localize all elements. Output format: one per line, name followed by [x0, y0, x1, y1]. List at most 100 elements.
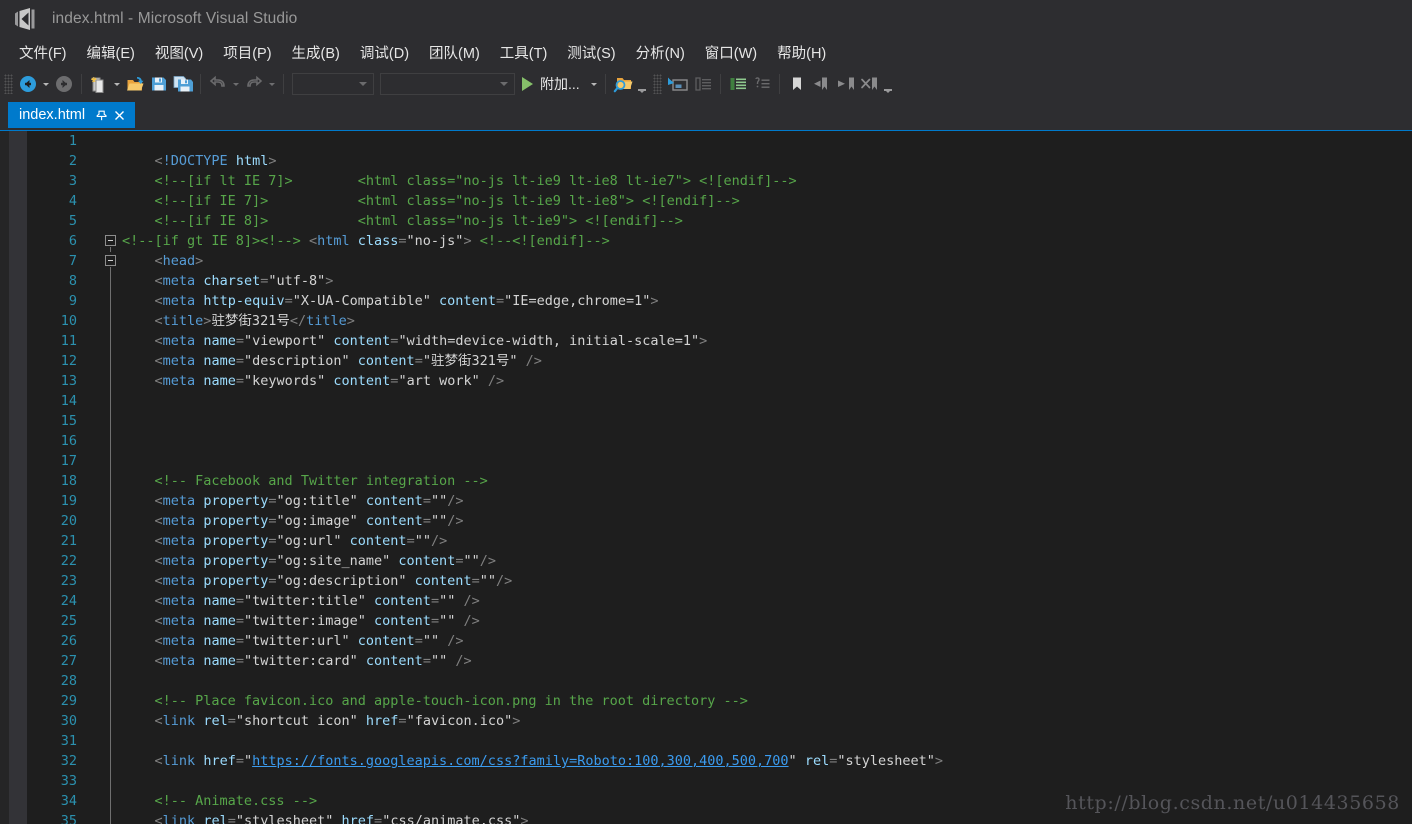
new-project-dropdown[interactable]	[111, 72, 123, 96]
code-line[interactable]: 18 <!-- Facebook and Twitter integration…	[27, 471, 1412, 491]
line-text: <!-- Animate.css -->	[154, 793, 318, 809]
line-text: <!--[if lt IE 7]> <html class="no-js lt-…	[154, 173, 797, 189]
close-icon[interactable]	[111, 107, 128, 124]
attach-dropdown[interactable]	[588, 72, 600, 96]
menu-item-7[interactable]: 团队(M)	[419, 39, 490, 67]
line-text: <meta name="twitter:url" content="" />	[154, 633, 464, 649]
line-text: <meta property="og:site_name" content=""…	[154, 553, 496, 569]
navigate-back-icon	[20, 76, 36, 92]
code-line[interactable]: 3 <!--[if lt IE 7]> <html class="no-js l…	[27, 171, 1412, 191]
line-number: 33	[60, 773, 77, 789]
redo-button	[242, 72, 266, 96]
attach-to-process-button[interactable]: 附加...	[518, 72, 588, 96]
pin-icon[interactable]	[94, 107, 111, 124]
line-number: 4	[68, 193, 77, 209]
open-file-icon	[127, 76, 144, 90]
menu-item-2[interactable]: 编辑(E)	[77, 39, 145, 67]
menu-item-12[interactable]: 帮助(H)	[767, 39, 836, 67]
code-line[interactable]: 25 <meta name="twitter:image" content=""…	[27, 611, 1412, 631]
editor-indicator-margin[interactable]	[9, 131, 27, 824]
code-line[interactable]: 1	[27, 131, 1412, 151]
toggle-window-button[interactable]	[665, 72, 691, 96]
open-file-button[interactable]	[123, 72, 147, 96]
undo-icon	[209, 75, 225, 87]
line-number: 15	[60, 413, 77, 429]
code-line[interactable]: 23 <meta property="og:description" conte…	[27, 571, 1412, 591]
menu-item-8[interactable]: 工具(T)	[490, 39, 558, 67]
code-line[interactable]: 13 <meta name="keywords" content="art wo…	[27, 371, 1412, 391]
code-line[interactable]: 29 <!-- Place favicon.ico and apple-touc…	[27, 691, 1412, 711]
menu-item-5[interactable]: 生成(B)	[282, 39, 350, 67]
code-line[interactable]: 15	[27, 411, 1412, 431]
line-number: 28	[60, 673, 77, 689]
code-line[interactable]: 28	[27, 671, 1412, 691]
menu-item-6[interactable]: 调试(D)	[350, 39, 419, 67]
code-line[interactable]: 32 <link href="https://fonts.googleapis.…	[27, 751, 1412, 771]
solution-explorer-button	[691, 72, 715, 96]
code-line[interactable]: 24 <meta name="twitter:title" content=""…	[27, 591, 1412, 611]
toggle-bookmark-button[interactable]	[785, 72, 809, 96]
line-text: <meta name="twitter:image" content="" />	[154, 613, 480, 629]
code-line[interactable]: 10 <title>驻梦街321号</title>	[27, 311, 1412, 331]
code-line[interactable]: 6 <!--[if gt IE 8]><!--> <html class="no-…	[27, 231, 1412, 251]
code-line[interactable]: 33	[27, 771, 1412, 791]
editor-text-surface[interactable]: 12 <!DOCTYPE html> 3 <!--[if lt IE 7]> <h…	[27, 131, 1412, 824]
toolbar-grip-secondary[interactable]	[652, 74, 662, 94]
properties-window-button[interactable]	[726, 72, 750, 96]
code-line[interactable]: 19 <meta property="og:title" content=""/…	[27, 491, 1412, 511]
code-line[interactable]: 12 <meta name="description" content="驻梦街…	[27, 351, 1412, 371]
line-number: 17	[60, 453, 77, 469]
line-number: 11	[60, 333, 77, 349]
line-number: 3	[68, 173, 77, 189]
line-text: <meta property="og:url" content=""/>	[154, 533, 448, 549]
menu-item-11[interactable]: 窗口(W)	[695, 39, 767, 67]
code-line[interactable]: 31	[27, 731, 1412, 751]
line-text: <link rel="stylesheet" href="css/animate…	[154, 813, 529, 824]
code-line[interactable]: 5 <!--[if IE 8]> <html class="no-js lt-i…	[27, 211, 1412, 231]
line-number: 2	[68, 153, 77, 169]
previous-bookmark-button	[809, 72, 833, 96]
line-number: 30	[60, 713, 77, 729]
find-in-files-button[interactable]	[611, 72, 635, 96]
code-line[interactable]: 16	[27, 431, 1412, 451]
code-line[interactable]: 9 <meta http-equiv="X-UA-Compatible" con…	[27, 291, 1412, 311]
toolbar-grip-standard[interactable]	[4, 74, 13, 94]
solution-platform-combo[interactable]	[380, 73, 515, 95]
code-line[interactable]: 17	[27, 451, 1412, 471]
navigate-forward-button[interactable]	[52, 72, 76, 96]
line-text: <meta name="keywords" content="art work"…	[154, 373, 505, 389]
undo-dropdown	[230, 72, 242, 96]
code-line[interactable]: 7 <head>	[27, 251, 1412, 271]
menu-item-9[interactable]: 测试(S)	[557, 39, 625, 67]
code-line[interactable]: 21 <meta property="og:url" content=""/>	[27, 531, 1412, 551]
menu-item-4[interactable]: 项目(P)	[213, 39, 281, 67]
toolbar-separator	[200, 74, 201, 94]
save-button[interactable]	[147, 72, 171, 96]
menu-item-3[interactable]: 视图(V)	[145, 39, 213, 67]
code-line[interactable]: 30 <link rel="shortcut icon" href="favic…	[27, 711, 1412, 731]
code-line[interactable]: 22 <meta property="og:site_name" content…	[27, 551, 1412, 571]
title-bar: index.html - Microsoft Visual Studio	[0, 0, 1412, 38]
tab-index-html[interactable]: index.html	[8, 102, 136, 128]
code-line[interactable]: 20 <meta property="og:image" content=""/…	[27, 511, 1412, 531]
new-project-button[interactable]	[87, 72, 111, 96]
solution-configuration-combo[interactable]	[292, 73, 374, 95]
save-all-button[interactable]	[171, 72, 195, 96]
code-line[interactable]: 26 <meta name="twitter:url" content="" /…	[27, 631, 1412, 651]
find-overflow-icon[interactable]	[635, 72, 649, 96]
navigate-backward-button[interactable]	[16, 72, 40, 96]
menu-item-10[interactable]: 分析(N)	[626, 39, 695, 67]
code-line[interactable]: 27 <meta name="twitter:card" content="" …	[27, 651, 1412, 671]
new-project-icon	[91, 76, 104, 93]
toolbar-overflow-button[interactable]	[881, 72, 895, 96]
code-line[interactable]: 11 <meta name="viewport" content="width=…	[27, 331, 1412, 351]
code-editor[interactable]: 12 <!DOCTYPE html> 3 <!--[if lt IE 7]> <h…	[0, 131, 1412, 824]
code-line[interactable]: 2 <!DOCTYPE html>	[27, 151, 1412, 171]
navigate-backward-dropdown[interactable]	[40, 72, 52, 96]
code-line[interactable]: 4 <!--[if IE 7]> <html class="no-js lt-i…	[27, 191, 1412, 211]
menu-item-1[interactable]: 文件(F)	[9, 39, 77, 67]
tab-label: index.html	[19, 107, 86, 123]
code-line[interactable]: 8 <meta charset="utf-8">	[27, 271, 1412, 291]
line-number: 29	[60, 693, 77, 709]
code-line[interactable]: 14	[27, 391, 1412, 411]
